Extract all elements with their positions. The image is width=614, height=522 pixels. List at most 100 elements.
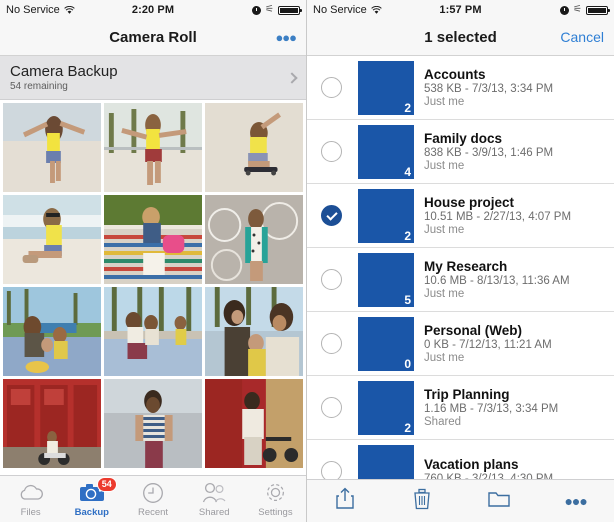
file-sharing: Shared <box>424 416 462 428</box>
nav-right-group: Cancel <box>560 29 604 47</box>
checkbox-unchecked-icon[interactable] <box>321 269 342 290</box>
file-selection-screen: No Service 1:57 PM ⚟ 1 selected Cancel 2… <box>307 0 614 522</box>
camera-backup-subtitle: 54 remaining <box>10 81 68 92</box>
file-info: Personal (Web) 0 KB - 7/12/13, 11:21 AM … <box>424 323 552 364</box>
more-dots-icon: ●●● <box>564 493 587 509</box>
alarm-icon <box>560 5 570 15</box>
folder-thumbnail: 5 <box>358 252 414 307</box>
status-bar-left: No Service 2:20 PM ⚟ <box>0 0 306 20</box>
file-meta: 10.6 MB - 8/13/13, 11:36 AM <box>424 275 570 287</box>
checkbox-unchecked-icon[interactable] <box>321 333 342 354</box>
dual-screenshot-container: No Service 2:20 PM ⚟ Camera Roll ●●● Cam… <box>0 0 614 522</box>
status-right-group: ⚟ <box>560 4 610 15</box>
photo-thumbnail[interactable] <box>3 379 101 468</box>
list-item[interactable]: 2 Trip Planning 1.16 MB - 7/3/13, 3:34 P… <box>307 376 614 440</box>
tab-backup[interactable]: 54 Backup <box>61 477 122 518</box>
cancel-button[interactable]: Cancel <box>560 29 604 45</box>
camera-roll-screen: No Service 2:20 PM ⚟ Camera Roll ●●● Cam… <box>0 0 307 522</box>
folder-item-count: 2 <box>404 100 411 115</box>
nav-right-group: ●●● <box>275 29 297 47</box>
photo-thumbnail[interactable] <box>3 195 101 284</box>
tab-label: Shared <box>198 507 230 518</box>
checkbox-unchecked-icon[interactable] <box>321 461 342 479</box>
folder-thumbnail: 4 <box>358 124 414 179</box>
checkbox-checked-icon[interactable] <box>321 205 342 226</box>
file-info: My Research 10.6 MB - 8/13/13, 11:36 AM … <box>424 259 570 300</box>
file-info: Vacation plans 760 KB - 3/2/13, 4:30 PM <box>424 457 553 479</box>
folder-thumbnail: 2 <box>358 188 414 243</box>
tab-files[interactable]: Files <box>0 480 61 518</box>
file-info: Family docs 838 KB - 3/9/13, 1:46 PM Jus… <box>424 131 553 172</box>
file-name: Accounts <box>424 67 486 82</box>
file-sharing: Just me <box>424 96 465 108</box>
checkbox-unchecked-icon[interactable] <box>321 141 342 162</box>
photo-thumbnail[interactable] <box>104 287 202 376</box>
folder-thumbnail: 0 <box>358 316 414 371</box>
action-toolbar: ●●● <box>307 479 614 522</box>
more-dots-icon[interactable]: ●●● <box>275 30 297 45</box>
file-sharing: Just me <box>424 160 465 172</box>
nav-bar-left: Camera Roll ●●● <box>0 20 306 56</box>
file-name: My Research <box>424 259 508 274</box>
file-meta: 1.16 MB - 7/3/13, 3:34 PM <box>424 403 559 415</box>
list-item[interactable]: 5 My Research 10.6 MB - 8/13/13, 11:36 A… <box>307 248 614 312</box>
tab-recent[interactable]: Recent <box>122 480 183 518</box>
tab-label: Settings <box>258 507 293 518</box>
checkbox-unchecked-icon[interactable] <box>321 397 342 418</box>
folder-thumbnail <box>358 444 414 479</box>
camera-icon: 54 <box>79 477 117 505</box>
list-item[interactable]: 2 House project 10.51 MB - 2/27/13, 4:07… <box>307 184 614 248</box>
battery-icon <box>586 5 610 15</box>
tab-settings[interactable]: Settings <box>245 480 306 518</box>
file-name: House project <box>424 195 515 210</box>
gear-icon <box>264 480 287 505</box>
share-button[interactable] <box>307 487 384 515</box>
photo-thumbnail[interactable] <box>205 379 303 468</box>
photo-thumbnail[interactable] <box>3 103 101 192</box>
photo-thumbnail[interactable] <box>104 103 202 192</box>
photo-thumbnail[interactable] <box>3 287 101 376</box>
tab-label: Files <box>20 507 41 518</box>
photo-thumbnail[interactable] <box>205 287 303 376</box>
file-info: Accounts 538 KB - 7/3/13, 3:34 PM Just m… <box>424 67 553 108</box>
move-to-folder-button[interactable] <box>461 490 538 513</box>
file-sharing: Just me <box>424 352 465 364</box>
cloud-icon <box>18 480 44 505</box>
tab-label: Backup <box>74 507 109 518</box>
bluetooth-icon: ⚟ <box>573 4 582 15</box>
file-name: Family docs <box>424 131 503 146</box>
delete-button[interactable] <box>384 488 461 515</box>
photo-thumbnail[interactable] <box>104 379 202 468</box>
list-item[interactable]: 0 Personal (Web) 0 KB - 7/12/13, 11:21 A… <box>307 312 614 376</box>
folder-item-count: 4 <box>404 164 411 179</box>
file-sharing: Just me <box>424 288 465 300</box>
clock-icon <box>142 480 164 505</box>
camera-backup-row[interactable]: Camera Backup 54 remaining <box>0 56 306 100</box>
nav-bar-right: 1 selected Cancel <box>307 20 614 56</box>
folder-thumbnail: 2 <box>358 380 414 435</box>
file-info: Trip Planning 1.16 MB - 7/3/13, 3:34 PM … <box>424 387 558 428</box>
folder-item-count: 0 <box>404 356 411 371</box>
photo-thumbnail[interactable] <box>104 195 202 284</box>
photo-thumbnail[interactable] <box>205 195 303 284</box>
more-button[interactable]: ●●● <box>537 493 614 509</box>
list-item[interactable]: 4 Family docs 838 KB - 3/9/13, 1:46 PM J… <box>307 120 614 184</box>
photo-thumbnail[interactable] <box>205 103 303 192</box>
bluetooth-icon: ⚟ <box>265 4 274 15</box>
backup-badge: 54 <box>96 477 117 492</box>
file-meta: 0 KB - 7/12/13, 11:21 AM <box>424 339 552 351</box>
battery-icon <box>278 5 302 15</box>
status-right-group: ⚟ <box>252 4 302 15</box>
folder-item-count: 2 <box>404 420 411 435</box>
people-icon <box>201 480 227 505</box>
tab-shared[interactable]: Shared <box>184 480 245 518</box>
camera-backup-texts: Camera Backup 54 remaining <box>10 63 118 92</box>
list-item[interactable]: Vacation plans 760 KB - 3/2/13, 4:30 PM <box>307 440 614 479</box>
file-name: Trip Planning <box>424 387 510 402</box>
file-name: Personal (Web) <box>424 323 523 338</box>
list-item[interactable]: 2 Accounts 538 KB - 7/3/13, 3:34 PM Just… <box>307 56 614 120</box>
file-list: 2 Accounts 538 KB - 7/3/13, 3:34 PM Just… <box>307 56 614 479</box>
checkbox-unchecked-icon[interactable] <box>321 77 342 98</box>
photo-grid <box>0 100 306 472</box>
file-meta: 538 KB - 7/3/13, 3:34 PM <box>424 83 554 95</box>
